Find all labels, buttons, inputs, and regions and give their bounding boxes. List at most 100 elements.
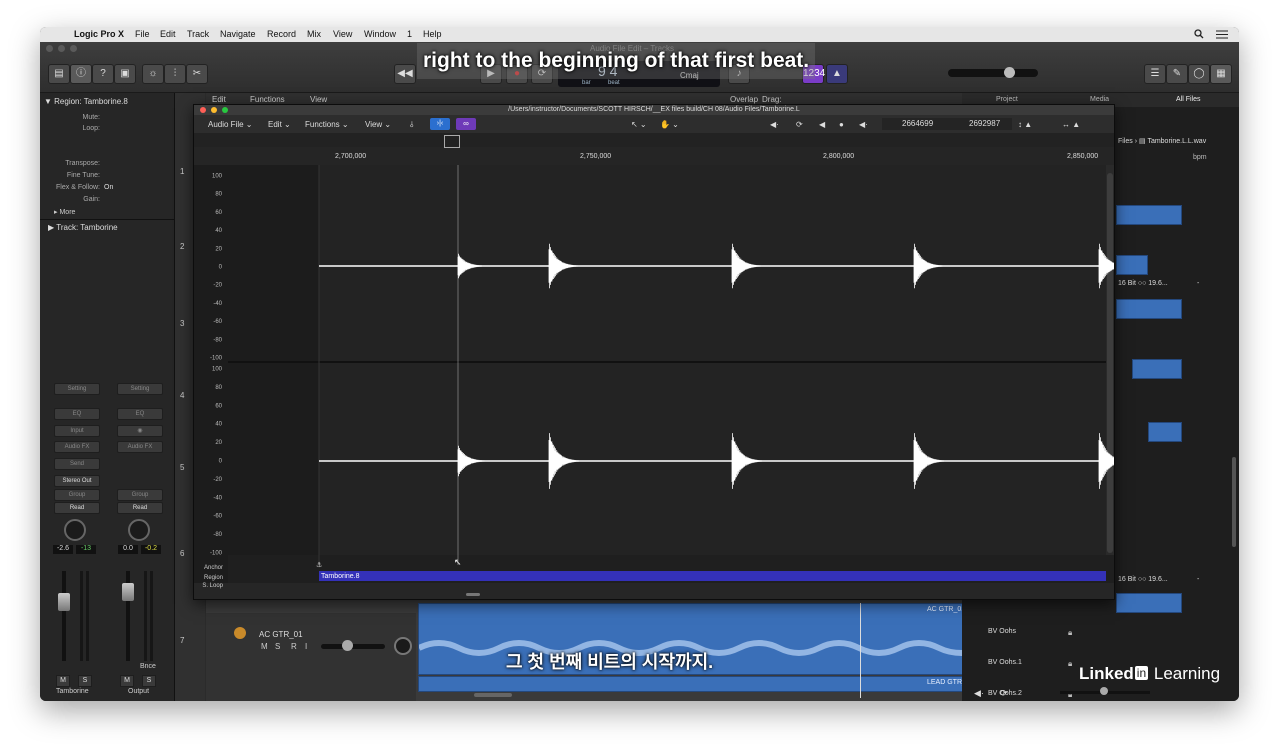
toolbar-toggle-button[interactable]: ▣: [114, 64, 136, 84]
breadcrumb-file[interactable]: Tamborine.L.L.wav: [1147, 138, 1206, 145]
clip-thumbnail[interactable]: [1116, 593, 1182, 613]
editors-button[interactable]: ✂: [186, 64, 208, 84]
strip1-pan-knob[interactable]: [64, 519, 86, 541]
more-disclosure[interactable]: ▸ More: [54, 208, 75, 216]
track-inspector-header[interactable]: ▶ Track: Tamborine: [48, 223, 118, 232]
track7-record-enable-button[interactable]: R: [291, 642, 297, 651]
clip-thumbnail[interactable]: [1116, 299, 1182, 319]
path-breadcrumb[interactable]: Files › ▤ Tamborine.L.L.wav: [1118, 137, 1206, 145]
strip1-send-slot[interactable]: Send: [54, 458, 100, 470]
browser-item[interactable]: BV Oohs: [988, 628, 1016, 635]
sample-ruler[interactable]: 2,700,000 2,750,000 2,800,000 2,850,000: [194, 133, 1114, 166]
bpm-column-header[interactable]: bpm: [1193, 154, 1207, 161]
drag-mode-value[interactable]: Overlap: [730, 95, 758, 104]
smart-controls-button[interactable]: ☼: [142, 64, 164, 84]
menu-record[interactable]: Record: [267, 29, 296, 39]
playhead[interactable]: [860, 603, 861, 698]
track7-name[interactable]: AC GTR_01: [259, 630, 303, 639]
track7-header[interactable]: AC GTR_01 M S R I: [206, 613, 416, 701]
pointer-tool-icon[interactable]: ↖ ⌄: [631, 120, 647, 129]
metronome-button[interactable]: ▲: [826, 64, 848, 84]
browser-item[interactable]: BV Oohs.1: [988, 659, 1022, 666]
track7-mute-button[interactable]: M: [261, 642, 268, 651]
breadcrumb-files[interactable]: Files: [1118, 138, 1133, 145]
overview-strip[interactable]: [194, 133, 1114, 147]
selection-start[interactable]: 2664699: [902, 119, 933, 128]
horizontal-scrollbar[interactable]: [474, 693, 512, 697]
rewind-button[interactable]: ◀◀: [394, 64, 416, 84]
preview-loop-icon[interactable]: ⟳: [1000, 688, 1008, 699]
preview-volume-icon[interactable]: ◀·: [974, 688, 984, 699]
flex-follow-value[interactable]: On: [104, 184, 113, 191]
reverse-play-icon[interactable]: ◀: [819, 120, 825, 129]
close-window-button[interactable]: [46, 45, 53, 52]
track7-input-monitor-button[interactable]: I: [305, 642, 307, 651]
preview-volume-knob[interactable]: [1100, 687, 1108, 695]
strip2-link-button[interactable]: ◉: [117, 425, 163, 437]
editor-scrollbar-thumb[interactable]: [1107, 173, 1113, 553]
record-dot-icon[interactable]: ●: [839, 120, 844, 129]
strip1-solo-button[interactable]: S: [78, 675, 92, 687]
editor-view-menu[interactable]: View ⌄: [365, 120, 391, 129]
clip-thumbnail[interactable]: [1116, 205, 1182, 225]
strip1-mute-button[interactable]: M: [56, 675, 70, 687]
strip2-automation-button[interactable]: Read: [117, 502, 163, 514]
track7-solo-button[interactable]: S: [275, 642, 280, 651]
mixer-button[interactable]: ⫶: [164, 64, 186, 84]
tracks-functions-menu[interactable]: Functions: [250, 95, 285, 104]
track7-volume-knob[interactable]: [342, 640, 353, 651]
master-volume-slider[interactable]: [948, 67, 1038, 78]
menu-help[interactable]: Help: [423, 29, 442, 39]
tracks-view-menu[interactable]: View: [310, 95, 327, 104]
strip1-eq-button[interactable]: EQ: [54, 408, 100, 420]
strip2-fader[interactable]: [122, 583, 134, 601]
menu-mix[interactable]: Mix: [307, 29, 321, 39]
strip2-bounce-button[interactable]: Bnce: [140, 663, 156, 670]
master-volume-knob[interactable]: [1004, 67, 1015, 78]
list-editors-button[interactable]: ☰: [1144, 64, 1166, 84]
app-menu[interactable]: Logic Pro X: [74, 29, 124, 39]
strip1-input-button[interactable]: Input: [54, 425, 100, 437]
library-button[interactable]: ▤: [48, 64, 70, 84]
note-pad-button[interactable]: ✎: [1166, 64, 1188, 84]
menu-window[interactable]: Window: [364, 29, 396, 39]
strip2-group-button[interactable]: Group: [117, 489, 163, 501]
overview-position[interactable]: [444, 135, 460, 148]
tab-all-files[interactable]: All Files: [1176, 96, 1201, 103]
tab-project[interactable]: Project: [996, 96, 1018, 103]
track7-pan-knob[interactable]: [394, 637, 412, 655]
menu-navigate[interactable]: Navigate: [220, 29, 256, 39]
browsers-button[interactable]: ▦: [1210, 64, 1232, 84]
horizontal-zoom-icon[interactable]: ↔ ▲: [1062, 120, 1080, 129]
strip2-pan-knob[interactable]: [128, 519, 150, 541]
menu-file[interactable]: File: [135, 29, 150, 39]
strip1-output-button[interactable]: Stereo Out: [54, 475, 100, 487]
audio-file-menu[interactable]: Audio File ⌄: [208, 120, 253, 129]
strip2-audio-fx-slot[interactable]: Audio FX: [117, 441, 163, 453]
strip1-setting-button[interactable]: Setting: [54, 383, 100, 395]
strip2-eq-button[interactable]: EQ: [117, 408, 163, 420]
waveform-zoom-icon[interactable]: ⫰: [410, 120, 413, 130]
strip1-automation-button[interactable]: Read: [54, 502, 100, 514]
track7-volume-slider[interactable]: [321, 644, 385, 649]
strip1-fader[interactable]: [58, 593, 70, 611]
editor-edit-menu[interactable]: Edit ⌄: [268, 120, 291, 129]
quick-help-button[interactable]: ?: [92, 64, 114, 84]
editor-functions-menu[interactable]: Functions ⌄: [305, 120, 349, 129]
tab-media[interactable]: Media: [1090, 96, 1109, 103]
link-button[interactable]: ∞: [456, 118, 476, 130]
menu-view[interactable]: View: [333, 29, 352, 39]
waveform-canvas[interactable]: 100 80 60 40 20 0 -20 -40 -60 -80 -100 100 80 60 40 20…: [194, 165, 1114, 583]
zoom-window-button[interactable]: [70, 45, 77, 52]
editor-minimize-button[interactable]: [211, 107, 217, 113]
catch-playhead-button[interactable]: ›|‹: [430, 118, 450, 130]
waveform-display[interactable]: 100806040200-20-40-60-80-100 10080604020…: [194, 165, 1114, 583]
strip2-solo-button[interactable]: S: [142, 675, 156, 687]
browser-scrollbar[interactable]: [1232, 457, 1236, 547]
menu-track[interactable]: Track: [187, 29, 209, 39]
editor-close-button[interactable]: [200, 107, 206, 113]
editor-zoom-button[interactable]: [222, 107, 228, 113]
menu-1[interactable]: 1: [407, 29, 412, 39]
strip1-group-button[interactable]: Group: [54, 489, 100, 501]
vertical-zoom-icon[interactable]: ↕ ▲: [1018, 120, 1032, 129]
